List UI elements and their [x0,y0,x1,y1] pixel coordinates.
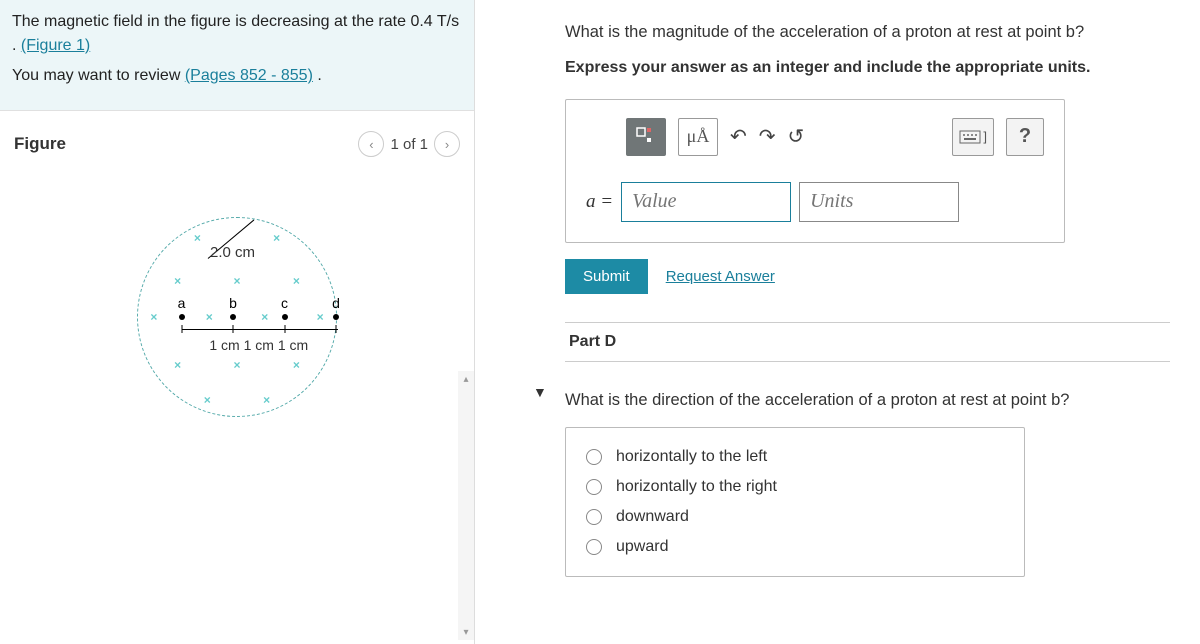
reset-button[interactable]: ↺ [788,124,805,149]
figure-nav: ‹ 1 of 1 › [358,131,460,157]
radio-icon[interactable] [586,509,602,525]
review-hint: You may want to review (Pages 852 - 855)… [12,64,462,88]
figure-link[interactable]: (Figure 1) [21,37,90,54]
undo-button[interactable]: ↶ [730,124,747,149]
submit-button[interactable]: Submit [565,259,648,294]
figure-image: 2.0 cm × × × × × × × × × × × × × × a [10,217,464,417]
problem-statement: The magnetic field in the figure is decr… [12,10,462,58]
redo-button[interactable]: ↷ [759,124,776,149]
option-up[interactable]: upward [586,532,1004,562]
scroll-up-icon[interactable]: ▴ [458,371,474,387]
segment-labels: 1 cm 1 cm 1 cm [209,337,308,353]
request-answer-link[interactable]: Request Answer [666,268,775,285]
radio-icon[interactable] [586,449,602,465]
partc-instruction: Express your answer as an integer and in… [565,59,1170,77]
help-button[interactable]: ? [1006,118,1044,156]
scroll-down-icon[interactable]: ▾ [458,624,474,640]
special-char-button[interactable]: μÅ [678,118,718,156]
radio-icon[interactable] [586,479,602,495]
figure-prev-button[interactable]: ‹ [358,131,384,157]
figure-scrollbar[interactable]: ▴ ▾ [458,371,474,640]
figure-counter: 1 of 1 [390,136,428,153]
pages-link[interactable]: (Pages 852 - 855) [185,67,313,84]
right-column: What is the magnitude of the acceleratio… [475,0,1200,644]
problem-info: The magnetic field in the figure is decr… [0,0,474,111]
units-input[interactable] [799,182,959,222]
partd-options: horizontally to the left horizontally to… [565,427,1025,577]
keyboard-button[interactable]: ] [952,118,994,156]
partd-header[interactable]: Part D [565,322,1170,362]
partd-question: What is the direction of the acceleratio… [565,388,1170,413]
option-left[interactable]: horizontally to the left [586,442,1004,472]
radius-label: 2.0 cm [210,244,255,261]
option-down[interactable]: downward [586,502,1004,532]
variable-label: a = [586,191,613,213]
collapse-caret-icon[interactable]: ▼ [533,384,547,400]
figure-section: Figure ‹ 1 of 1 › 2.0 cm × × × × × × × ×… [0,111,474,644]
answer-box: μÅ ↶ ↷ ↺ ] ? a = [565,99,1065,243]
left-column: The magnetic field in the figure is decr… [0,0,475,644]
option-right[interactable]: horizontally to the right [586,472,1004,502]
figure-title: Figure [14,134,66,154]
value-input[interactable] [621,182,791,222]
partc-question: What is the magnitude of the acceleratio… [565,20,1170,45]
figure-next-button[interactable]: › [434,131,460,157]
answer-toolbar: μÅ ↶ ↷ ↺ ] ? [586,118,1044,156]
template-tool-button[interactable] [626,118,666,156]
radio-icon[interactable] [586,539,602,555]
